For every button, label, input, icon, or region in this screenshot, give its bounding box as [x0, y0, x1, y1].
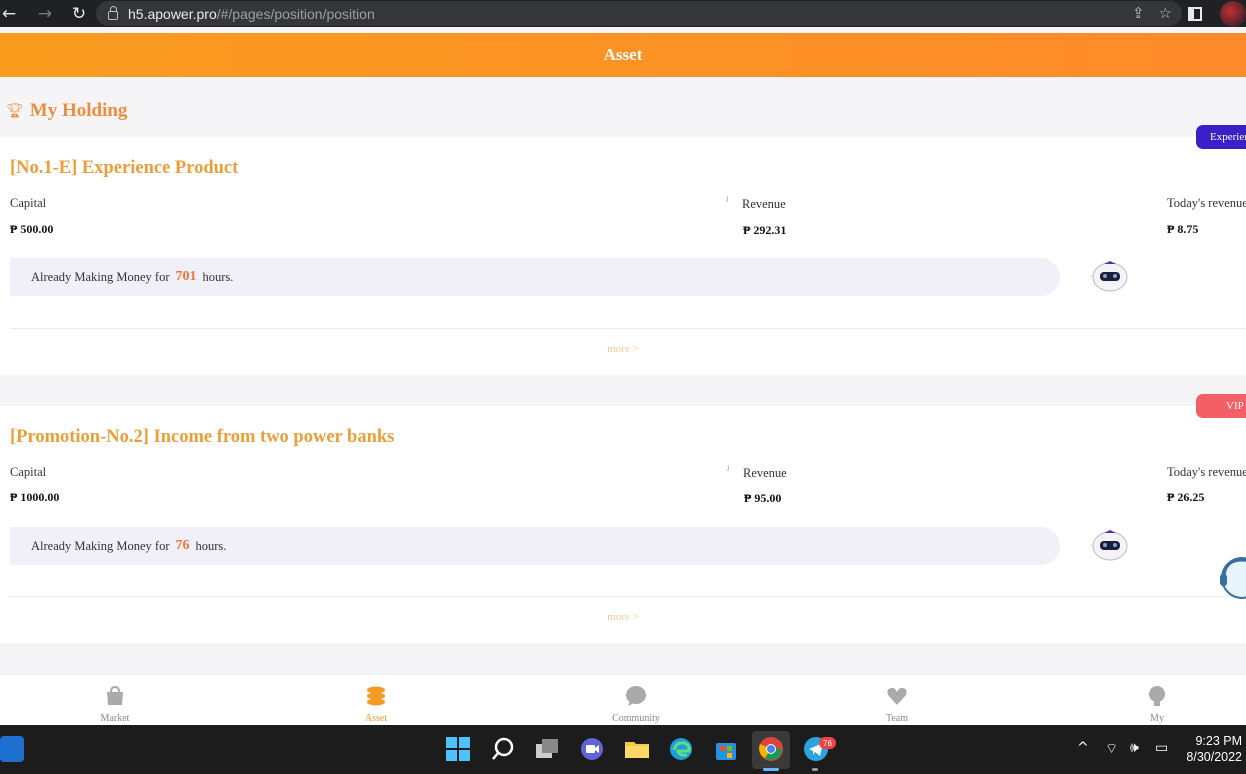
divider: [10, 328, 1246, 329]
heart-hands-icon: [887, 687, 907, 705]
url-text: h5.apower.pro/#/pages/position/position: [128, 5, 375, 22]
today-revenue-value: ₱ 8.75: [1167, 222, 1199, 236]
coins-icon: [367, 686, 385, 706]
section-title: My Holding: [29, 100, 128, 121]
user-icon: [1149, 686, 1165, 706]
bookmark-star-icon[interactable]: ☆: [1159, 4, 1172, 22]
file-explorer-icon[interactable]: [624, 736, 650, 762]
holding-badge: VIP: [1196, 394, 1246, 418]
info-icon[interactable]: i: [727, 464, 730, 473]
revenue-label: Revenue: [743, 466, 787, 480]
today-revenue-label: Today's revenue: [1167, 196, 1246, 210]
forward-arrow-icon[interactable]: →: [30, 0, 60, 27]
volume-icon[interactable]: 🕪︎: [1130, 740, 1139, 756]
profile-avatar[interactable]: [1220, 0, 1246, 27]
bag-icon: [107, 685, 123, 705]
holding-card: [No.1-E] Experience Product Experience C…: [0, 125, 1246, 375]
tab-asset[interactable]: Asset: [336, 675, 416, 726]
page-header: Asset: [0, 33, 1246, 77]
earning-progress: Already Making Money for 701 hours.: [10, 258, 1060, 296]
today-revenue-value: ₱ 26.25: [1167, 490, 1205, 504]
widgets-icon[interactable]: [0, 736, 24, 762]
notification-badge: 76: [819, 737, 836, 749]
trophy-icon: 🏆︎: [6, 103, 24, 119]
chrome-icon[interactable]: [758, 736, 784, 762]
capital-value: ₱ 1000.00: [10, 490, 60, 504]
side-panel-icon[interactable]: [1188, 6, 1202, 21]
info-icon[interactable]: i: [726, 195, 729, 204]
lock-icon: [108, 6, 118, 20]
robot-mascot-icon: [1090, 530, 1128, 561]
robot-mascot-icon: [1090, 261, 1128, 292]
holding-card: [Promotion-No.2] Income from two power b…: [0, 394, 1246, 643]
system-clock[interactable]: 9:23 PM 8/30/2022: [1186, 734, 1242, 764]
back-arrow-icon[interactable]: ←: [0, 0, 18, 27]
teams-chat-icon[interactable]: [579, 736, 605, 762]
task-view-icon[interactable]: [534, 736, 560, 762]
start-menu-icon[interactable]: [445, 736, 471, 762]
hours-count: 76: [175, 538, 190, 553]
share-icon[interactable]: ⇪: [1132, 4, 1145, 22]
tab-team[interactable]: Team: [857, 675, 937, 726]
section-header: 🏆︎ My Holding: [6, 100, 127, 122]
page-title: Asset: [603, 45, 643, 64]
holding-title: [No.1-E] Experience Product: [10, 158, 239, 178]
divider: [10, 596, 1246, 597]
search-icon[interactable]: [490, 736, 516, 762]
browser-toolbar: ← → ↻ h5.apower.pro/#/pages/position/pos…: [0, 0, 1246, 27]
holding-title: [Promotion-No.2] Income from two power b…: [10, 427, 395, 447]
running-app-indicator: [812, 768, 818, 771]
edge-browser-icon[interactable]: [668, 736, 694, 762]
more-link[interactable]: more >: [0, 611, 1246, 623]
capital-label: Capital: [10, 465, 47, 479]
reload-icon[interactable]: ↻: [64, 0, 94, 27]
chevron-up-icon[interactable]: ^: [1077, 740, 1089, 756]
active-app-indicator: [763, 768, 779, 771]
hours-count: 701: [175, 269, 197, 284]
os-taskbar: ^ ⌔ 🕪︎ ▭ 9:23 PM 8/30/2022: [0, 725, 1246, 774]
bottom-tab-bar: Market Asset Community Team My: [0, 674, 1246, 725]
tab-my[interactable]: My: [1117, 675, 1197, 726]
address-bar[interactable]: h5.apower.pro/#/pages/position/position …: [96, 1, 1182, 26]
customer-support-icon[interactable]: [1216, 552, 1246, 606]
revenue-value: ₱ 95.00: [744, 491, 782, 505]
revenue-label: Revenue: [742, 197, 786, 211]
capital-label: Capital: [10, 196, 47, 210]
revenue-value: ₱ 292.31: [743, 223, 787, 237]
store-icon[interactable]: [713, 736, 739, 762]
holding-badge: Experience: [1196, 125, 1246, 149]
tab-community[interactable]: Community: [596, 675, 676, 726]
capital-value: ₱ 500.00: [10, 222, 54, 236]
tab-market[interactable]: Market: [75, 675, 155, 726]
more-link[interactable]: more >: [0, 343, 1246, 355]
today-revenue-label: Today's revenue: [1167, 465, 1246, 479]
earning-progress: Already Making Money for 76 hours.: [10, 527, 1060, 565]
wifi-icon[interactable]: ⌔: [1105, 740, 1118, 758]
chat-bubble-icon: [626, 686, 646, 706]
battery-icon[interactable]: ▭: [1155, 740, 1168, 756]
